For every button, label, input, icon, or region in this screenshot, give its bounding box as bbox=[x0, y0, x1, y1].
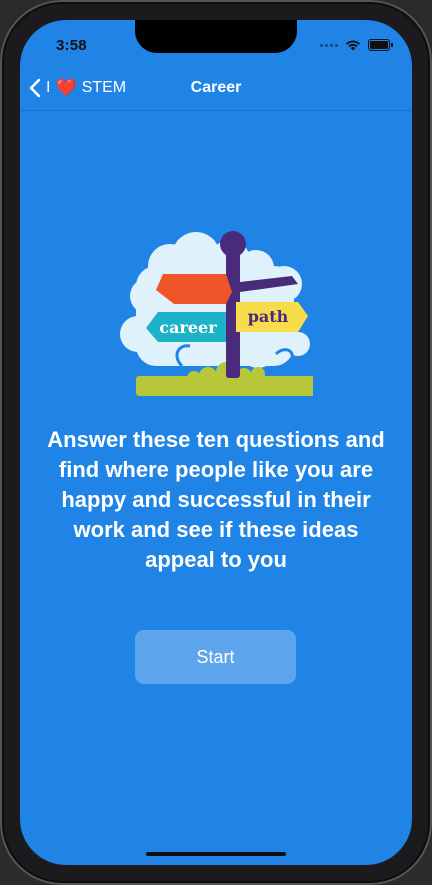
wifi-icon bbox=[346, 40, 360, 51]
page-title: Career bbox=[190, 79, 242, 96]
app-screen: 3:58 I ❤️ STEM Career career path Answer… bbox=[20, 20, 412, 865]
signal-icon bbox=[320, 43, 338, 47]
battery-icon bbox=[368, 39, 393, 51]
navigation-bar: I ❤️ STEM Career bbox=[20, 68, 412, 111]
home-indicator[interactable] bbox=[146, 852, 286, 856]
career-sign-label: career bbox=[159, 318, 217, 337]
status-icons bbox=[320, 38, 393, 52]
status-time: 3:58 bbox=[56, 37, 87, 54]
path-sign-label: path bbox=[248, 307, 289, 326]
notch bbox=[135, 20, 297, 53]
device-frame: 3:58 I ❤️ STEM Career career path Answer… bbox=[0, 0, 432, 885]
career-path-illustration: career path bbox=[120, 231, 313, 396]
intro-message: Answer these ten questions and find wher… bbox=[47, 427, 385, 572]
start-button[interactable]: Start bbox=[135, 630, 296, 684]
